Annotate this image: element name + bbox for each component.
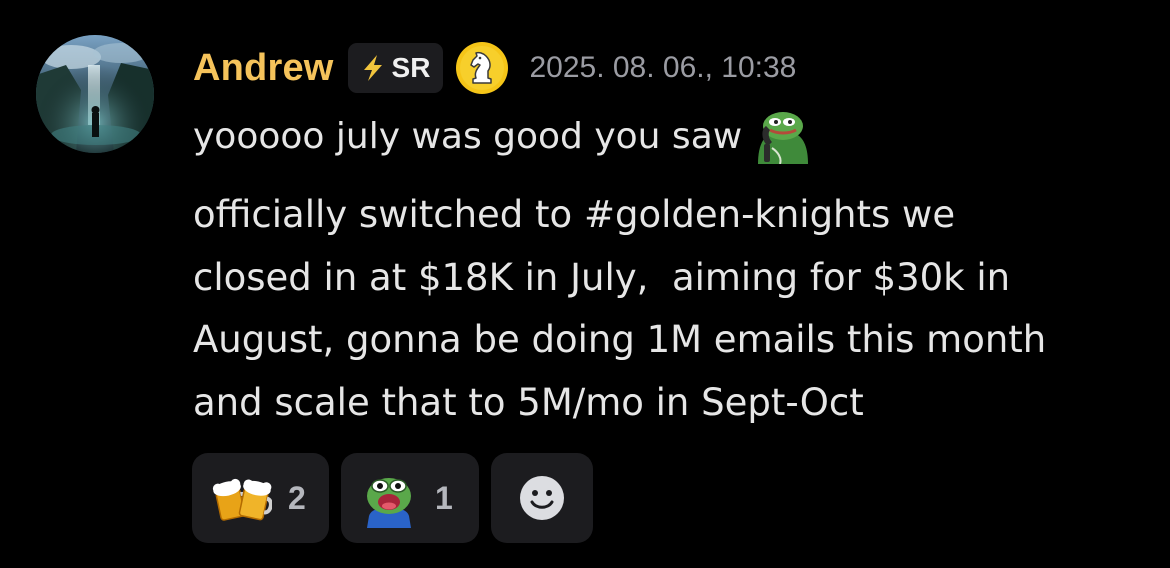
reaction-count: 2 bbox=[288, 479, 306, 516]
smiley-add-reaction-icon bbox=[518, 474, 566, 522]
reaction-pepe[interactable]: 1 bbox=[341, 453, 479, 543]
pepe-phone-emoji[interactable] bbox=[752, 108, 814, 165]
message-body: officially switched to #golden-knights w… bbox=[193, 184, 1153, 434]
message-body-line: August, gonna be doing 1M emails this mo… bbox=[193, 318, 1047, 361]
reactions-bar: 2 1 bbox=[192, 453, 593, 543]
chess-knight-icon[interactable] bbox=[455, 41, 509, 95]
avatar-image bbox=[36, 35, 154, 153]
username[interactable]: Andrew bbox=[193, 47, 334, 90]
message-text-line-1: yooooo july was good you saw bbox=[193, 115, 743, 157]
message-body-line: officially switched to #golden-knights w… bbox=[193, 193, 956, 236]
chat-message: Andrew SR 2025. 08. 06., 10:38 yooooo ju… bbox=[0, 0, 1170, 568]
server-tag-label: SR bbox=[391, 52, 431, 83]
server-tag[interactable]: SR bbox=[347, 43, 444, 93]
message-line-1: yooooo july was good you saw bbox=[193, 108, 814, 165]
reaction-beer[interactable]: 2 bbox=[192, 453, 329, 543]
pepe-shocked-icon bbox=[359, 468, 419, 528]
message-body-line: and scale that to 5M/mo in Sept-Oct bbox=[193, 380, 864, 424]
lightning-bolt-icon bbox=[358, 53, 388, 83]
beer-mugs-icon bbox=[212, 468, 273, 528]
timestamp: 2025. 08. 06., 10:38 bbox=[529, 51, 797, 84]
message-header: Andrew SR 2025. 08. 06., 10:38 bbox=[193, 42, 796, 94]
message-body-line: closed in at $18K in July, aiming for $3… bbox=[193, 255, 1011, 299]
avatar[interactable] bbox=[36, 35, 154, 153]
reaction-count: 1 bbox=[435, 479, 453, 516]
add-reaction-button[interactable] bbox=[491, 453, 593, 543]
